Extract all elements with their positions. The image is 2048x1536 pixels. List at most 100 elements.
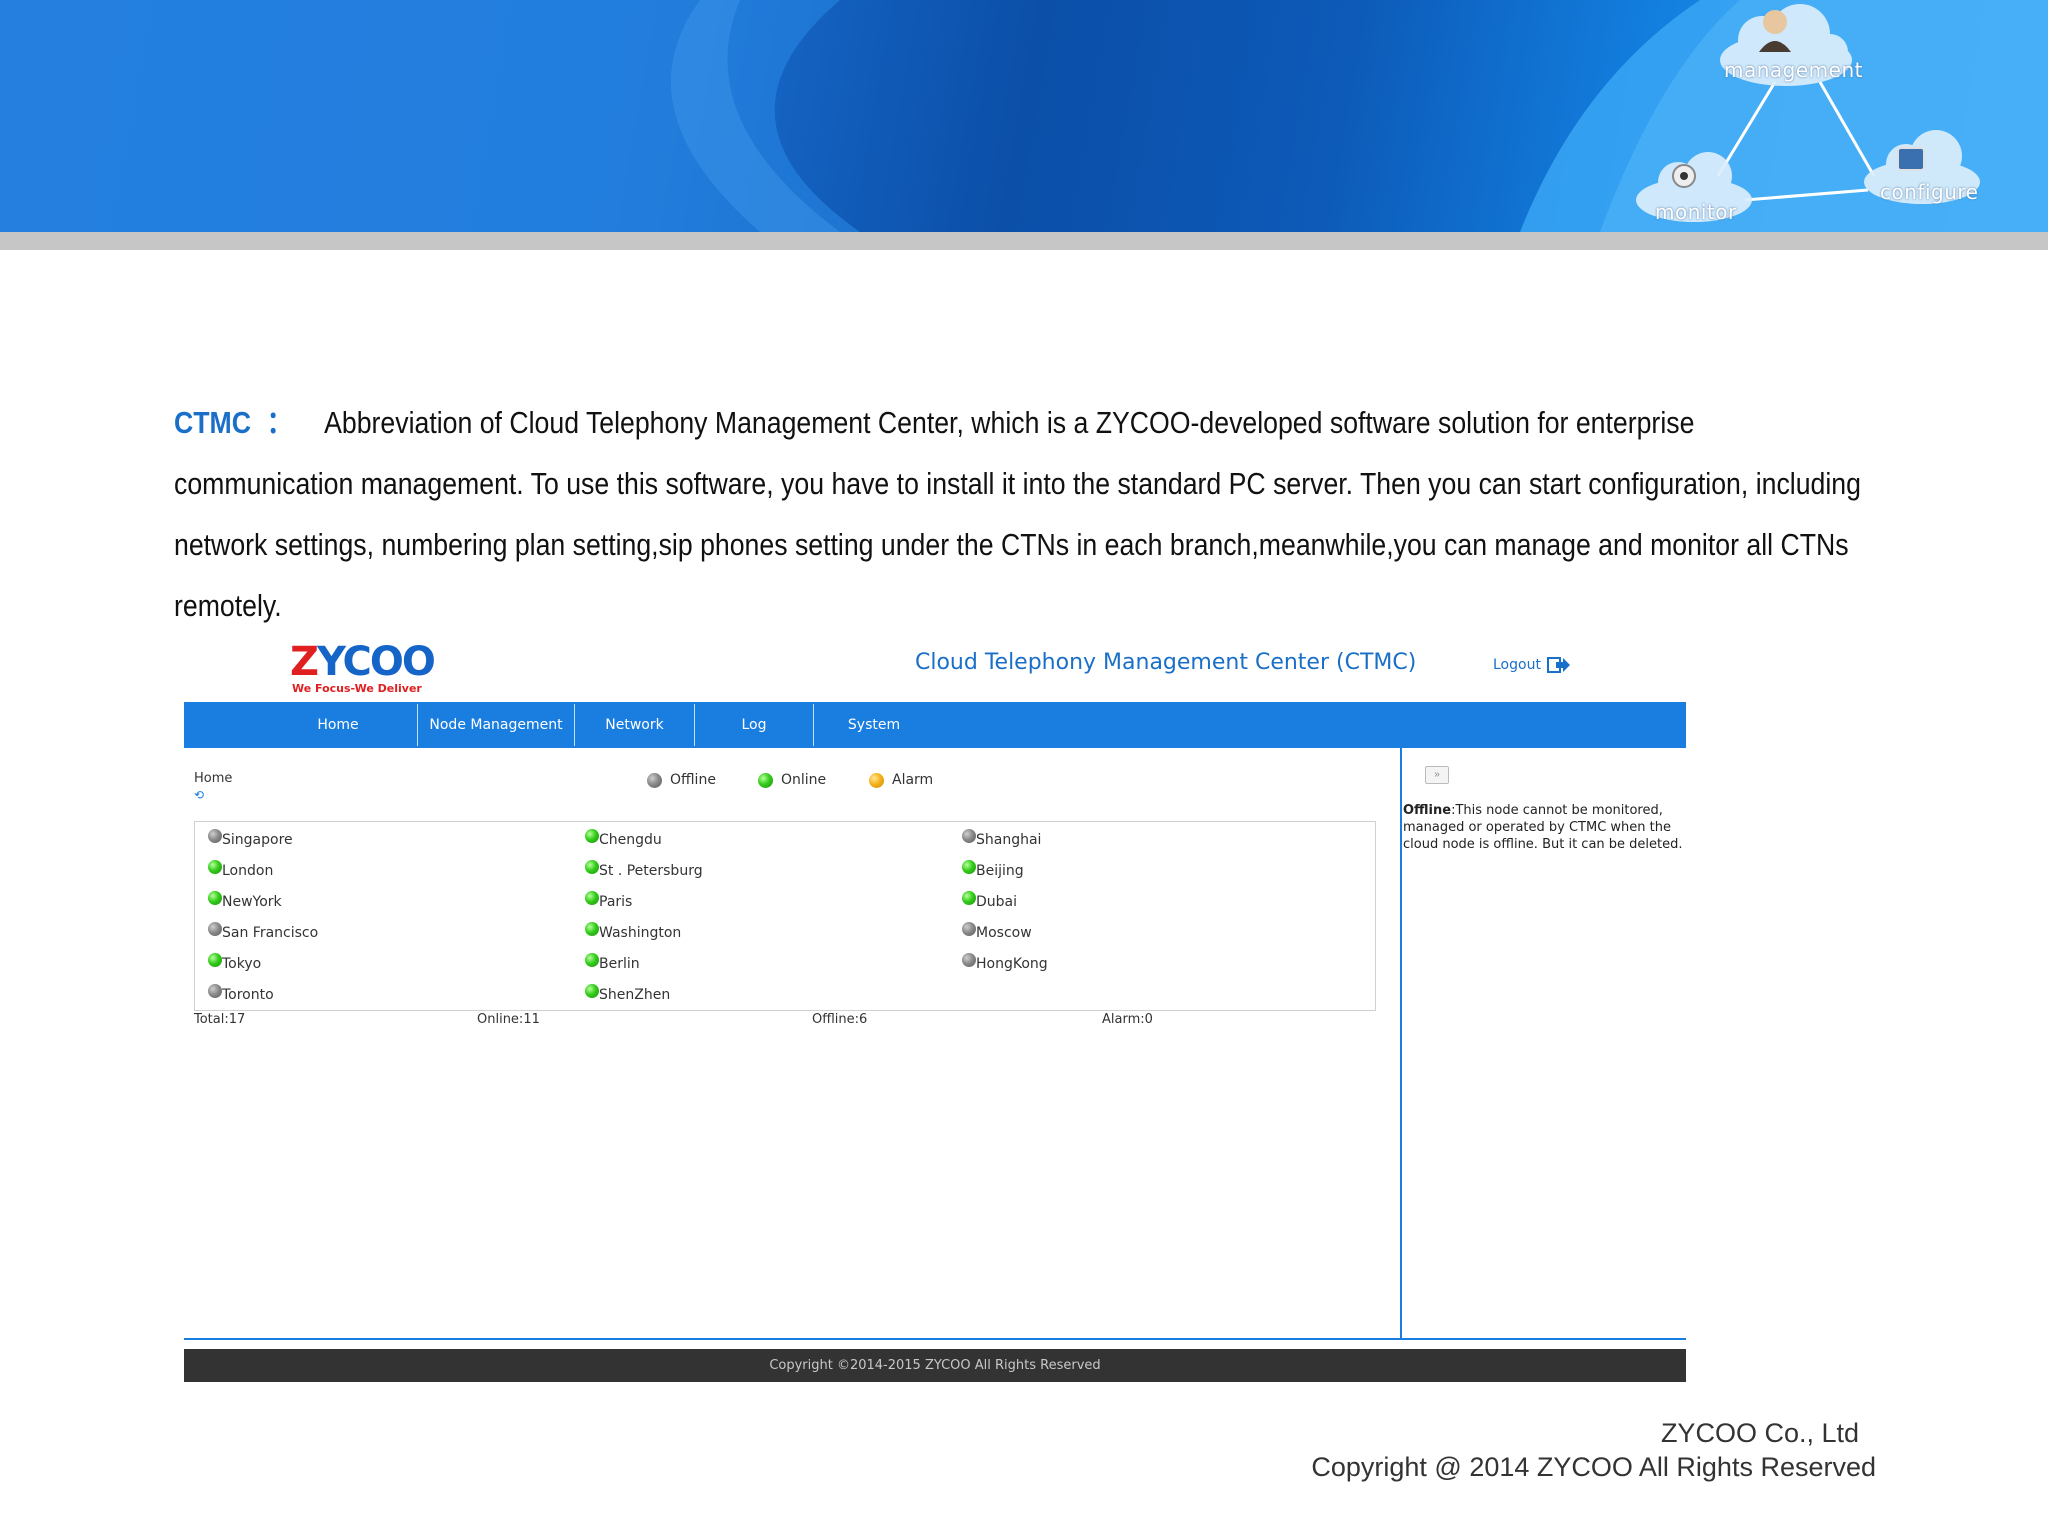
refresh-icon[interactable]: ⟲	[194, 788, 204, 802]
logout-label: Logout	[1493, 657, 1541, 673]
logout-button[interactable]: Logout	[1493, 656, 1571, 674]
node-item[interactable]: Beijing	[962, 860, 1024, 879]
intro-term: CTMC	[174, 405, 252, 440]
banner-art	[0, 0, 2048, 232]
node-name: Moscow	[976, 925, 1032, 941]
expand-panel-button[interactable]: »	[1425, 766, 1449, 784]
main-content: Home ⟲ Offline Online Alarm Singapore Lon…	[184, 748, 1401, 1338]
node-item[interactable]: HongKong	[962, 953, 1048, 972]
zycoo-logo: ZYCOO We Focus-We Deliver	[290, 640, 436, 696]
header-banner: management monitor configure	[0, 0, 2048, 232]
node-name: Toronto	[222, 987, 274, 1003]
node-item[interactable]: Singapore	[208, 829, 293, 848]
node-name: Chengdu	[599, 832, 662, 848]
legend-alarm-label: Alarm	[892, 772, 934, 788]
node-name: HongKong	[976, 956, 1048, 972]
legend-online: Online	[758, 772, 826, 788]
node-item[interactable]: Toronto	[208, 984, 274, 1003]
node-list: Singapore London NewYork San Francisco Tokyo…	[194, 821, 1376, 1011]
logout-icon	[1546, 657, 1570, 673]
node-name: Tokyo	[222, 956, 262, 972]
nav-log[interactable]: Log	[695, 702, 813, 748]
online-status-icon	[585, 891, 599, 905]
app-footer: Copyright ©2014-2015 ZYCOO All Rights Re…	[184, 1349, 1686, 1382]
page-copyright: Copyright @ 2014 ZYCOO All Rights Reserv…	[1311, 1452, 1876, 1482]
online-status-icon	[585, 829, 599, 843]
node-item[interactable]: Washington	[585, 922, 682, 941]
node-name: London	[222, 863, 274, 879]
breadcrumb: Home	[194, 771, 233, 786]
online-status-icon	[585, 953, 599, 967]
logo-wordmark: ZYCOO	[290, 639, 436, 685]
total-count: Total:17	[194, 1012, 246, 1027]
node-name: Berlin	[599, 956, 640, 972]
offline-status-icon	[208, 829, 222, 843]
node-name: Shanghai	[976, 832, 1042, 848]
node-name: Paris	[599, 894, 633, 910]
node-item[interactable]: Paris	[585, 891, 633, 910]
intro-colon: ：	[266, 405, 294, 440]
legend-offline: Offline	[647, 772, 716, 788]
online-status-icon	[208, 891, 222, 905]
offline-count: Offline:6	[812, 1012, 868, 1027]
nav-home[interactable]: Home	[275, 702, 401, 748]
node-item[interactable]: ShenZhen	[585, 984, 670, 1003]
node-name: San Francisco	[222, 925, 319, 941]
nav-node-management[interactable]: Node Management	[418, 702, 574, 748]
online-status-icon	[208, 860, 222, 874]
panel-divider	[1400, 748, 1402, 1338]
node-item[interactable]: San Francisco	[208, 922, 319, 941]
intro-paragraph: CTMC ： Abbreviation of Cloud Telephony Man…	[174, 392, 1877, 636]
configure-label: configure	[1880, 180, 1979, 204]
legend-offline-label: Offline	[670, 772, 716, 788]
node-item[interactable]: Dubai	[962, 891, 1018, 910]
offline-status-icon	[208, 922, 222, 936]
node-name: St . Petersburg	[599, 863, 703, 879]
node-item[interactable]: Shanghai	[962, 829, 1042, 848]
legend-alarm: Alarm	[869, 772, 933, 788]
app-title: Cloud Telephony Management Center (CTMC)	[915, 650, 1417, 675]
help-term: Offline	[1403, 803, 1452, 818]
node-name: Washington	[599, 925, 682, 941]
online-status-icon	[585, 922, 599, 936]
online-status-icon	[585, 860, 599, 874]
node-name: Singapore	[222, 832, 293, 848]
online-count: Online:11	[477, 1012, 540, 1027]
node-name: NewYork	[222, 894, 282, 910]
footer-divider	[184, 1338, 1686, 1340]
node-name: Dubai	[976, 894, 1018, 910]
node-item[interactable]: NewYork	[208, 891, 282, 910]
intro-text: Abbreviation of Cloud Telephony Manageme…	[174, 405, 1861, 623]
node-name: Beijing	[976, 863, 1024, 879]
node-item[interactable]: St . Petersburg	[585, 860, 703, 879]
settings-icon	[1897, 147, 1925, 171]
node-item[interactable]: Tokyo	[208, 953, 262, 972]
logo-tagline: We Focus-We Deliver	[292, 682, 422, 695]
online-status-icon	[962, 891, 976, 905]
legend-online-label: Online	[781, 772, 827, 788]
online-status-icon	[585, 984, 599, 998]
person-icon	[1763, 10, 1787, 34]
online-status-icon	[758, 772, 773, 788]
offline-status-icon	[962, 829, 976, 843]
banner-divider	[0, 232, 2048, 250]
nav-system[interactable]: System	[814, 702, 934, 748]
online-status-icon	[208, 953, 222, 967]
status-help-note: Offline:This node cannot be monitored, m…	[1403, 802, 1687, 853]
node-item[interactable]: London	[208, 860, 274, 879]
node-item[interactable]: Berlin	[585, 953, 640, 972]
offline-status-icon	[962, 953, 976, 967]
offline-status-icon	[647, 772, 662, 788]
ctmc-app-screenshot: ZYCOO We Focus-We Deliver Cloud Telephon…	[184, 630, 1686, 1382]
node-item[interactable]: Chengdu	[585, 829, 662, 848]
node-item[interactable]: Moscow	[962, 922, 1032, 941]
company-name: ZYCOO Co., Ltd	[1660, 1418, 1859, 1448]
monitor-label: monitor	[1655, 200, 1737, 224]
alarm-status-icon	[869, 772, 884, 788]
offline-status-icon	[208, 984, 222, 998]
alarm-count: Alarm:0	[1102, 1012, 1153, 1027]
online-status-icon	[962, 860, 976, 874]
nav-network[interactable]: Network	[575, 702, 694, 748]
main-nav: Home Node Management Network Log System	[184, 702, 1686, 748]
management-label: management	[1724, 58, 1863, 82]
